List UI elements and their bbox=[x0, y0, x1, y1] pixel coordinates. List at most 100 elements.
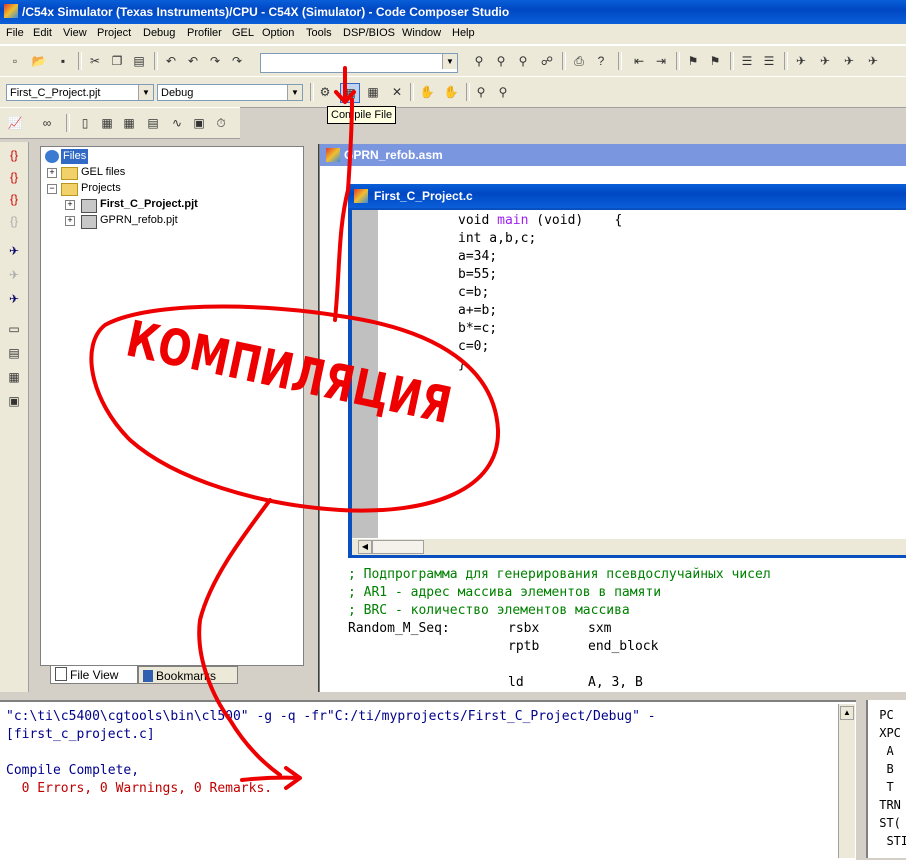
list-alt-icon[interactable]: ☰ bbox=[760, 52, 778, 70]
step-over-icon[interactable]: ✈ bbox=[840, 52, 858, 70]
graph-icon[interactable]: 📈 bbox=[6, 114, 24, 132]
project-toolbar: First_C_Project.pjt ▼ Debug ▼ ⚙ ▦ ▦ ✕ ✋ … bbox=[0, 76, 906, 108]
find-combo[interactable]: ▼ bbox=[260, 53, 458, 73]
output-window[interactable]: "c:\ti\c5400\cgtools\bin\cl500" -g -q -f… bbox=[0, 700, 856, 860]
list-icon[interactable]: ☰ bbox=[738, 52, 756, 70]
chevron-down-icon[interactable]: ▼ bbox=[442, 54, 457, 69]
tree-root[interactable]: Files bbox=[61, 149, 89, 164]
c-editor[interactable] bbox=[352, 210, 906, 538]
hand-icon[interactable]: ✋ bbox=[418, 83, 436, 101]
cpu-registers-icon[interactable]: ▦ bbox=[5, 368, 23, 386]
code-line: a=34; bbox=[458, 249, 498, 264]
file-icon bbox=[55, 667, 67, 681]
menu-dspbios[interactable]: DSP/BIOS bbox=[343, 27, 395, 39]
build-icon[interactable]: ▦ bbox=[340, 83, 360, 103]
probe-icon[interactable]: ⚲ bbox=[472, 83, 490, 101]
tree-project-first[interactable]: First_C_Project.pjt bbox=[100, 197, 198, 212]
tab-file-view[interactable]: File View bbox=[50, 666, 138, 684]
paste-icon[interactable]: ▤ bbox=[130, 52, 148, 70]
animate-icon[interactable]: ✈ bbox=[5, 290, 23, 308]
scroll-thumb[interactable] bbox=[372, 540, 424, 554]
undo-icon[interactable]: ↶ bbox=[162, 52, 180, 70]
redo-icon[interactable]: ↷ bbox=[206, 52, 224, 70]
step-icon[interactable]: ✈ bbox=[816, 52, 834, 70]
profile-icon[interactable]: ⏱ bbox=[212, 114, 230, 132]
compile-file-icon[interactable]: ⚙ bbox=[316, 83, 334, 101]
binoculars-icon[interactable]: ☍ bbox=[538, 52, 556, 70]
menu-window[interactable]: Window bbox=[402, 27, 441, 39]
cut-icon[interactable]: ✂ bbox=[86, 52, 104, 70]
print-icon[interactable]: ⎙ bbox=[570, 52, 588, 70]
app-icon bbox=[4, 4, 18, 18]
image-icon[interactable]: ▣ bbox=[190, 114, 208, 132]
tree-gel-files[interactable]: GEL files bbox=[81, 165, 125, 180]
project-select[interactable]: First_C_Project.pjt ▼ bbox=[6, 84, 154, 101]
save-icon[interactable]: ▪ bbox=[54, 52, 72, 70]
config-select[interactable]: Debug ▼ bbox=[157, 84, 303, 101]
step-over-icon[interactable]: {} bbox=[5, 168, 23, 186]
disassembly-icon[interactable]: ▦ bbox=[120, 114, 138, 132]
indent-icon[interactable]: ⇥ bbox=[652, 52, 670, 70]
open-folder-icon[interactable]: 📂 bbox=[30, 52, 48, 70]
scroll-left-icon[interactable]: ◀ bbox=[358, 540, 372, 554]
run-to-cursor-icon[interactable]: {} bbox=[5, 212, 23, 230]
menu-option[interactable]: Option bbox=[262, 27, 294, 39]
redo-list-icon[interactable]: ↷ bbox=[228, 52, 246, 70]
undo-list-icon[interactable]: ↶ bbox=[184, 52, 202, 70]
help-pointer-icon[interactable]: ? bbox=[592, 52, 610, 70]
expand-icon[interactable]: + bbox=[65, 216, 75, 226]
menu-debug[interactable]: Debug bbox=[143, 27, 175, 39]
asm-code[interactable]: ; Подпрограмма для генерирования псевдос… bbox=[346, 560, 906, 692]
rebuild-all-icon[interactable]: ▦ bbox=[364, 83, 382, 101]
watch-icon[interactable]: ∞ bbox=[38, 114, 56, 132]
call-stack-icon[interactable]: ▤ bbox=[144, 114, 162, 132]
asm-window-titlebar[interactable]: GPRN_refob.asm bbox=[320, 144, 906, 166]
chevron-down-icon[interactable]: ▼ bbox=[287, 85, 302, 100]
find-next-icon[interactable]: ⚲ bbox=[470, 52, 488, 70]
step-into-icon[interactable]: {} bbox=[5, 146, 23, 164]
c-window-titlebar[interactable]: First_C_Project.c bbox=[348, 184, 906, 208]
new-file-icon[interactable]: ▫ bbox=[6, 52, 24, 70]
tree-projects[interactable]: Projects bbox=[81, 181, 121, 196]
peripheral-registers-icon[interactable]: ▣ bbox=[5, 392, 23, 410]
menu-view[interactable]: View bbox=[63, 27, 87, 39]
run-icon[interactable]: ✈ bbox=[792, 52, 810, 70]
find-prev-icon[interactable]: ⚲ bbox=[492, 52, 510, 70]
registers-icon[interactable]: ▦ bbox=[98, 114, 116, 132]
tab-bookmarks[interactable]: Bookmarks bbox=[138, 666, 238, 684]
bookmark-next-icon[interactable]: ⚑ bbox=[706, 52, 724, 70]
menu-help[interactable]: Help bbox=[452, 27, 475, 39]
probe-remove-icon[interactable]: ⚲ bbox=[494, 83, 512, 101]
menu-profiler[interactable]: Profiler bbox=[187, 27, 222, 39]
vertical-scrollbar[interactable]: ▲ bbox=[838, 704, 855, 858]
stop-build-icon[interactable]: ✕ bbox=[388, 83, 406, 101]
hand-remove-icon[interactable]: ✋ bbox=[442, 83, 460, 101]
memory-window-icon[interactable]: ▤ bbox=[5, 344, 23, 362]
expand-icon[interactable]: + bbox=[65, 200, 75, 210]
bookmark-toggle-icon[interactable]: ⚑ bbox=[684, 52, 702, 70]
watch-window-icon[interactable]: ▭ bbox=[5, 320, 23, 338]
copy-icon[interactable]: ❐ bbox=[108, 52, 126, 70]
menu-edit[interactable]: Edit bbox=[33, 27, 52, 39]
menu-file[interactable]: File bbox=[6, 27, 24, 39]
menu-tools[interactable]: Tools bbox=[306, 27, 332, 39]
find-in-files-icon[interactable]: ⚲ bbox=[514, 52, 532, 70]
tree-project-gprn[interactable]: GPRN_refob.pjt bbox=[100, 213, 178, 228]
horizontal-scrollbar[interactable]: ◀ bbox=[352, 538, 906, 555]
plot-icon[interactable]: ∿ bbox=[168, 114, 186, 132]
menu-project[interactable]: Project bbox=[97, 27, 131, 39]
outdent-icon[interactable]: ⇤ bbox=[630, 52, 648, 70]
asm-op: ld bbox=[508, 675, 524, 690]
scroll-up-icon[interactable]: ▲ bbox=[840, 706, 854, 720]
memory-icon[interactable]: ▯ bbox=[76, 114, 94, 132]
chevron-down-icon[interactable]: ▼ bbox=[138, 85, 153, 100]
animate-icon[interactable]: ✈ bbox=[864, 52, 882, 70]
tab-bookmarks-label: Bookmarks bbox=[156, 669, 217, 683]
registers-window[interactable]: PC XPC A B T TRN ST( STI bbox=[866, 700, 906, 858]
halt-icon[interactable]: ✈ bbox=[5, 266, 23, 284]
collapse-icon[interactable]: − bbox=[47, 184, 57, 194]
step-out-icon[interactable]: {} bbox=[5, 190, 23, 208]
menu-gel[interactable]: GEL bbox=[232, 27, 254, 39]
expand-icon[interactable]: + bbox=[47, 168, 57, 178]
run-icon[interactable]: ✈ bbox=[5, 242, 23, 260]
